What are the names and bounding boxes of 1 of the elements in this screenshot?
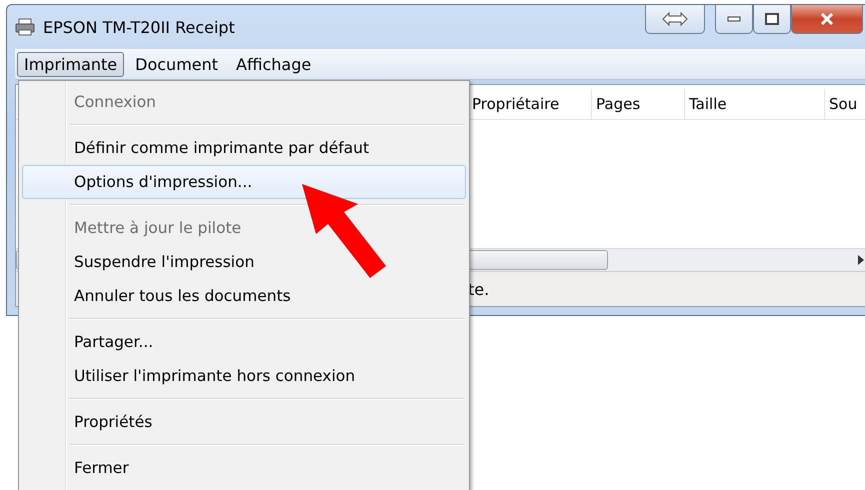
window-title: EPSON TM-T20II Receipt: [43, 18, 235, 36]
